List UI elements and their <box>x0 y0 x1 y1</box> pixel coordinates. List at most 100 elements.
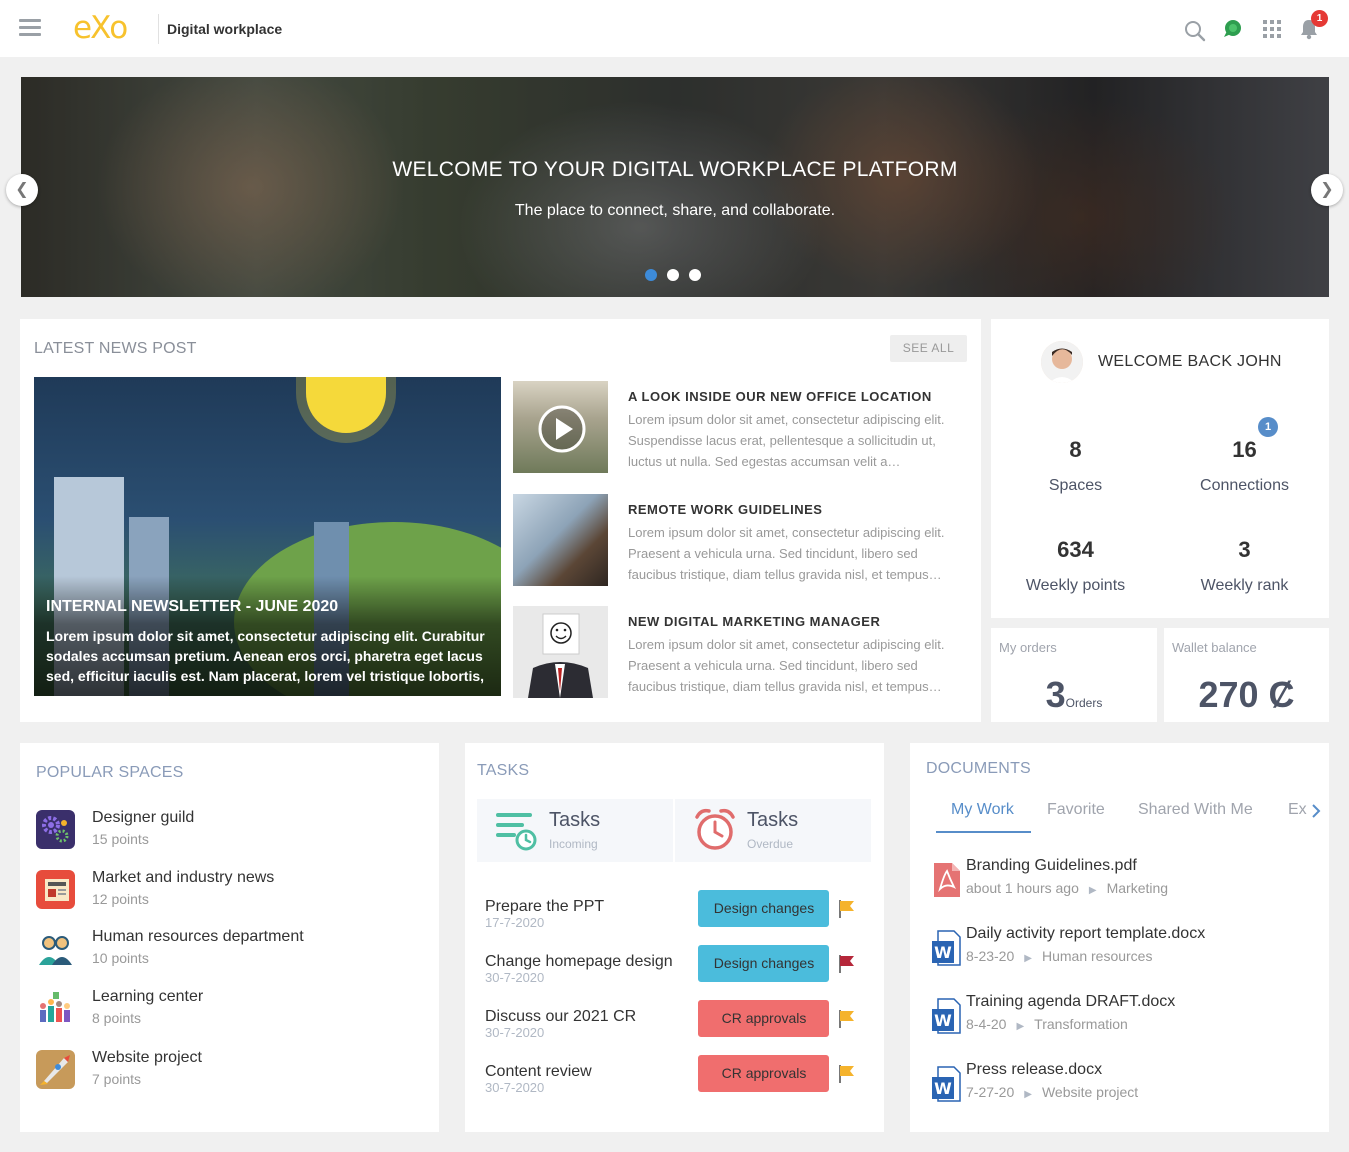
banner-title: WELCOME TO YOUR DIGITAL WORKPLACE PLATFO… <box>392 158 958 181</box>
space-points: 7 points <box>92 1071 142 1087</box>
task-label-text: Design changes <box>713 900 815 916</box>
document-folder[interactable]: Transformation <box>1034 1016 1128 1032</box>
flag-icon[interactable] <box>829 1001 864 1038</box>
flag-icon[interactable] <box>829 946 864 983</box>
task-label-button[interactable]: Design changes <box>698 945 864 983</box>
svg-text:W: W <box>934 1011 952 1030</box>
carousel-dot-3[interactable] <box>689 269 701 281</box>
tab-title: Tasks <box>549 809 601 831</box>
word-file-icon: W <box>932 1066 961 1102</box>
tab-favorite[interactable]: Favorite <box>1047 801 1105 819</box>
avatar[interactable] <box>1041 341 1083 383</box>
task-label-button[interactable]: Design changes <box>698 890 864 928</box>
task-name[interactable]: Change homepage design <box>485 953 673 971</box>
see-all-button[interactable]: SEE ALL <box>890 335 967 362</box>
document-folder[interactable]: Marketing <box>1107 880 1168 896</box>
search-icon[interactable] <box>1184 20 1206 42</box>
breadcrumb-arrow-icon: ▶ <box>1024 953 1032 964</box>
stat-spaces[interactable]: 8 Spaces <box>991 437 1160 495</box>
tab-my-work[interactable]: My Work <box>951 801 1014 819</box>
document-item[interactable]: Branding Guidelines.pdf about 1 hours ag… <box>932 857 1322 913</box>
menu-icon[interactable] <box>19 19 41 37</box>
carousel-dot-2[interactable] <box>667 269 679 281</box>
featured-news-title: INTERNAL NEWSLETTER - JUNE 2020 <box>46 598 339 615</box>
tab-shared-with-me[interactable]: Shared With Me <box>1138 801 1253 819</box>
play-icon[interactable] <box>513 381 608 473</box>
stat-weekly-rank[interactable]: 3 Weekly rank <box>1160 537 1329 595</box>
space-item[interactable]: Designer guild 15 points <box>36 807 436 857</box>
carousel-next-button[interactable]: ❯ <box>1311 174 1343 206</box>
news-item[interactable]: A LOOK INSIDE OUR NEW OFFICE LOCATION Lo… <box>513 381 973 473</box>
document-item[interactable]: W Daily activity report template.docx 8-… <box>932 925 1322 981</box>
tab-tasks-incoming[interactable]: Tasks Incoming <box>477 799 673 862</box>
space-points: 10 points <box>92 950 149 966</box>
task-date: 30-7-2020 <box>485 970 545 985</box>
illustration-sun <box>306 377 386 433</box>
wallet-card[interactable]: Wallet balance 270 Ȼ <box>1164 628 1329 722</box>
news-card: LATEST NEWS POST SEE ALL INTERNAL NEWSLE… <box>20 319 981 722</box>
document-meta: 7-27-20 ▶ Website project <box>966 1084 1138 1100</box>
svg-text:W: W <box>934 1079 952 1098</box>
tab-title: Tasks <box>747 809 799 831</box>
flag-icon[interactable] <box>829 1056 864 1093</box>
space-points: 12 points <box>92 891 149 907</box>
tab-subtitle: Overdue <box>747 837 794 851</box>
tab-tasks-overdue[interactable]: Tasks Overdue <box>675 799 871 862</box>
orders-unit: Orders <box>1065 696 1103 710</box>
news-item-title: NEW DIGITAL MARKETING MANAGER <box>628 614 881 629</box>
documents-tabs: My Work Favorite Shared With Me Ex <box>936 799 1326 835</box>
apps-grid-icon[interactable] <box>1262 19 1282 39</box>
newspaper-icon <box>36 870 75 909</box>
featured-news-excerpt: Lorem ipsum dolor sit amet, consectetur … <box>46 628 485 684</box>
task-label-button[interactable]: CR approvals <box>698 1055 864 1093</box>
logo[interactable]: eXo <box>73 10 128 46</box>
document-item[interactable]: W Training agenda DRAFT.docx 8-4-20 ▶ Tran… <box>932 993 1322 1049</box>
space-item[interactable]: Learning center 8 points <box>36 986 436 1036</box>
task-name[interactable]: Discuss our 2021 CR <box>485 1008 636 1026</box>
stat-value: 3 <box>1238 537 1251 562</box>
orders-value-group: 3Orders <box>991 674 1157 716</box>
chevron-right-icon[interactable] <box>1310 803 1322 819</box>
tab-overflow[interactable]: Ex <box>1288 801 1308 819</box>
task-date: 17-7-2020 <box>485 915 545 930</box>
document-folder[interactable]: Human resources <box>1042 948 1153 964</box>
task-name[interactable]: Content review <box>485 1063 592 1081</box>
spaces-card: POPULAR SPACES Designer guild 15 points … <box>20 743 439 1132</box>
profile-card: WELCOME BACK JOHN 8 Spaces 16 Connection… <box>991 319 1329 618</box>
space-item[interactable]: Website project 7 points <box>36 1047 436 1097</box>
document-folder[interactable]: Website project <box>1042 1084 1138 1100</box>
pdf-file-icon <box>934 863 960 897</box>
document-date: 7-27-20 <box>966 1084 1015 1100</box>
orders-card[interactable]: My orders 3Orders <box>991 628 1157 722</box>
space-name: Designer guild <box>92 809 195 826</box>
carousel-dot-1[interactable] <box>645 269 657 281</box>
news-item-excerpt: Lorem ipsum dolor sit amet, consectetur … <box>628 637 945 694</box>
word-file-icon: W <box>932 930 961 966</box>
space-item[interactable]: Human resources department 10 points <box>36 926 436 976</box>
featured-news[interactable]: INTERNAL NEWSLETTER - JUNE 2020 Lorem ip… <box>34 377 501 696</box>
space-item[interactable]: Market and industry news 12 points <box>36 867 436 917</box>
news-thumbnail <box>513 494 608 586</box>
wallet-label: Wallet balance <box>1172 640 1257 655</box>
breadcrumb-arrow-icon: ▶ <box>1024 1089 1032 1100</box>
stat-weekly-points[interactable]: 634 Weekly points <box>991 537 1160 595</box>
news-thumbnail <box>513 381 608 473</box>
banner-subtitle: The place to connect, share, and collabo… <box>514 202 836 219</box>
stat-connections[interactable]: 16 Connections <box>1160 437 1329 495</box>
document-item[interactable]: W Press release.docx 7-27-20 ▶ Website pro… <box>932 1061 1322 1117</box>
svg-text:W: W <box>934 943 952 962</box>
task-name[interactable]: Prepare the PPT <box>485 898 604 916</box>
task-label-button[interactable]: CR approvals <box>698 1000 864 1038</box>
flag-icon[interactable] <box>829 891 864 928</box>
task-label-text: CR approvals <box>721 1010 807 1026</box>
wallet-value: 270 Ȼ <box>1198 674 1295 715</box>
document-date: about 1 hours ago <box>966 880 1079 896</box>
carousel-prev-button[interactable]: ❮ <box>6 174 38 206</box>
top-bar: eXo Digital workplace 1 <box>0 0 1349 57</box>
news-item[interactable]: NEW DIGITAL MARKETING MANAGER Lorem ipsu… <box>513 606 973 698</box>
carousel-dots <box>645 269 701 281</box>
stat-value: 16 <box>1232 437 1257 462</box>
news-item[interactable]: REMOTE WORK GUIDELINES Lorem ipsum dolor… <box>513 494 973 586</box>
chat-icon[interactable] <box>1221 18 1243 40</box>
incoming-tasks-icon <box>496 813 537 851</box>
